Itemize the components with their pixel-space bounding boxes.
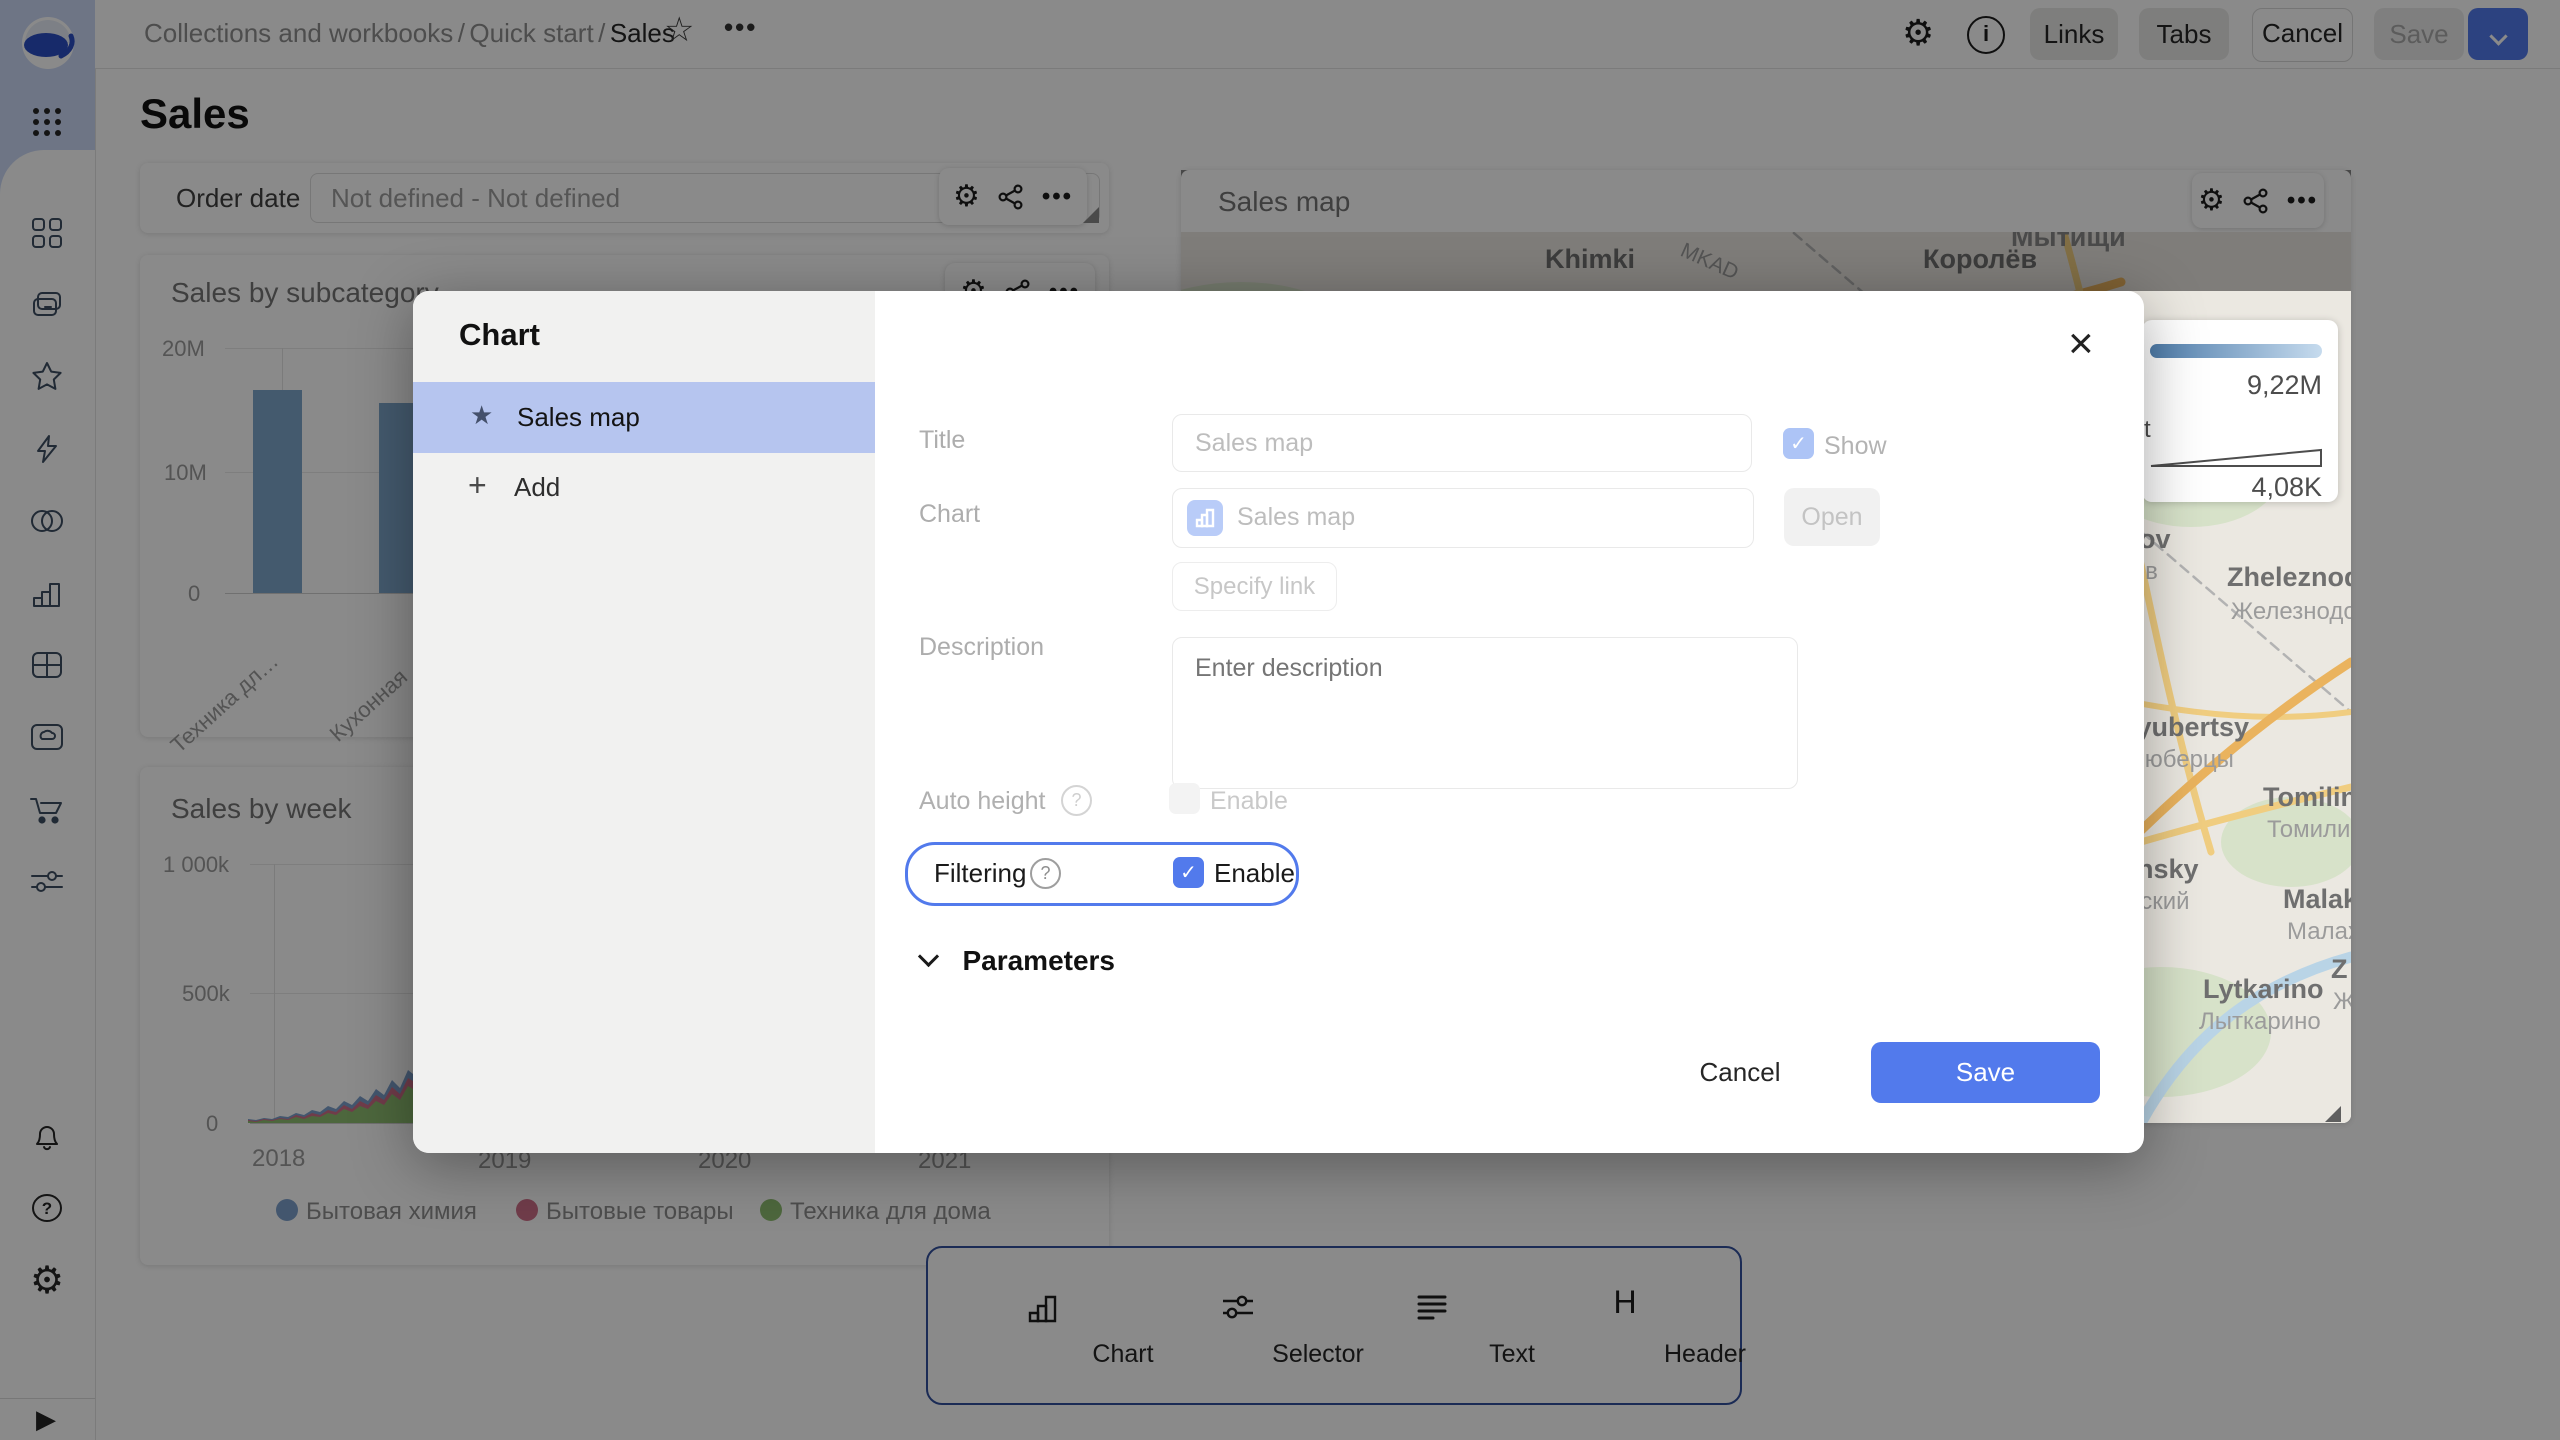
widget-resize-handle[interactable] <box>2325 1106 2341 1122</box>
chart-type-icon <box>1187 500 1223 536</box>
open-chart-button[interactable]: Open <box>1784 488 1880 546</box>
auto-height-help-icon[interactable]: ? <box>1061 785 1092 816</box>
filtering-checkbox[interactable]: ✓ <box>1173 857 1204 888</box>
parameters-section-toggle[interactable]: Parameters <box>921 945 1115 977</box>
add-label: Add <box>514 472 560 503</box>
map-label-zheleznodorozhny-en: Zheleznodorozhny <box>2227 562 2351 593</box>
chart-settings-dialog: Chart ★ Sales map + Add × Title ✓ Show C… <box>413 291 2144 1153</box>
map-legend-card: 9,22M t 4,08K <box>2142 320 2338 502</box>
description-field-label: Description <box>919 633 1044 662</box>
parameters-label: Parameters <box>962 945 1115 976</box>
dialog-title: Chart <box>459 317 540 353</box>
map-label-tomilino-ru: Томилино <box>2267 816 2351 844</box>
chevron-down-icon <box>918 946 939 967</box>
description-textarea[interactable] <box>1172 637 1798 789</box>
map-label-lyubertsy-ru: Люберцы <box>2129 746 2234 774</box>
list-item-label: Sales map <box>517 402 640 433</box>
map-legend-min: 4,08K <box>2142 472 2322 503</box>
filtering-help-icon[interactable]: ? <box>1030 858 1061 889</box>
title-input[interactable] <box>1172 414 1752 472</box>
map-legend-gradient-bar <box>2150 344 2322 358</box>
chart-select[interactable]: Sales map <box>1172 488 1754 548</box>
chart-select-value: Sales map <box>1237 503 1355 532</box>
app-root: ? ⚙ ▶ Collections and workbooks / Quick … <box>0 0 2560 1440</box>
close-icon[interactable]: × <box>2068 322 2094 366</box>
title-field-label: Title <box>919 426 965 455</box>
auto-height-label: Auto height <box>919 787 1046 816</box>
map-legend-max: 9,22M <box>2142 370 2322 401</box>
show-checkbox[interactable]: ✓ <box>1783 428 1814 459</box>
map-legend-size-wedge <box>2150 448 2322 468</box>
map-label-malakhovka-en: Malakhovka <box>2283 884 2351 915</box>
add-chart-button[interactable]: + Add <box>413 453 875 519</box>
map-label-lytkarino-en: Lytkarino <box>2203 974 2324 1005</box>
specify-link-button[interactable]: Specify link <box>1172 562 1337 611</box>
map-label-tomilino-en: Tomilino <box>2263 782 2351 813</box>
dialog-cancel-button[interactable]: Cancel <box>1690 1046 1790 1098</box>
map-label-z-en: Z <box>2331 954 2348 985</box>
filtering-highlight-outline: Filtering ? ✓ Enable <box>905 842 1299 906</box>
map-label-lytkarino-ru: Лыткарино <box>2199 1008 2321 1036</box>
show-label: Show <box>1824 432 1887 461</box>
check-icon: ✓ <box>1180 860 1197 885</box>
map-label-zheleznodorozhny-ru: Железнодорожный <box>2231 598 2351 626</box>
filtering-label: Filtering <box>934 858 1026 889</box>
check-icon: ✓ <box>1790 431 1807 456</box>
map-label-malakhovka-ru: Малаховка <box>2287 918 2351 946</box>
default-star-icon: ★ <box>470 400 493 431</box>
map-label-z-ru: Ж <box>2333 988 2351 1016</box>
map-legend-cut-label: t <box>2144 416 2151 444</box>
filtering-enable-label: Enable <box>1214 858 1295 889</box>
dialog-item-list: Chart ★ Sales map + Add <box>413 291 875 1153</box>
dialog-save-button[interactable]: Save <box>1871 1042 2100 1103</box>
list-item-sales-map[interactable]: ★ Sales map <box>413 382 875 453</box>
map-top-dim <box>1181 170 2351 291</box>
plus-icon: + <box>468 467 487 504</box>
auto-height-checkbox[interactable] <box>1169 783 1200 814</box>
auto-height-enable-label: Enable <box>1210 787 1288 816</box>
chart-field-label: Chart <box>919 500 980 529</box>
